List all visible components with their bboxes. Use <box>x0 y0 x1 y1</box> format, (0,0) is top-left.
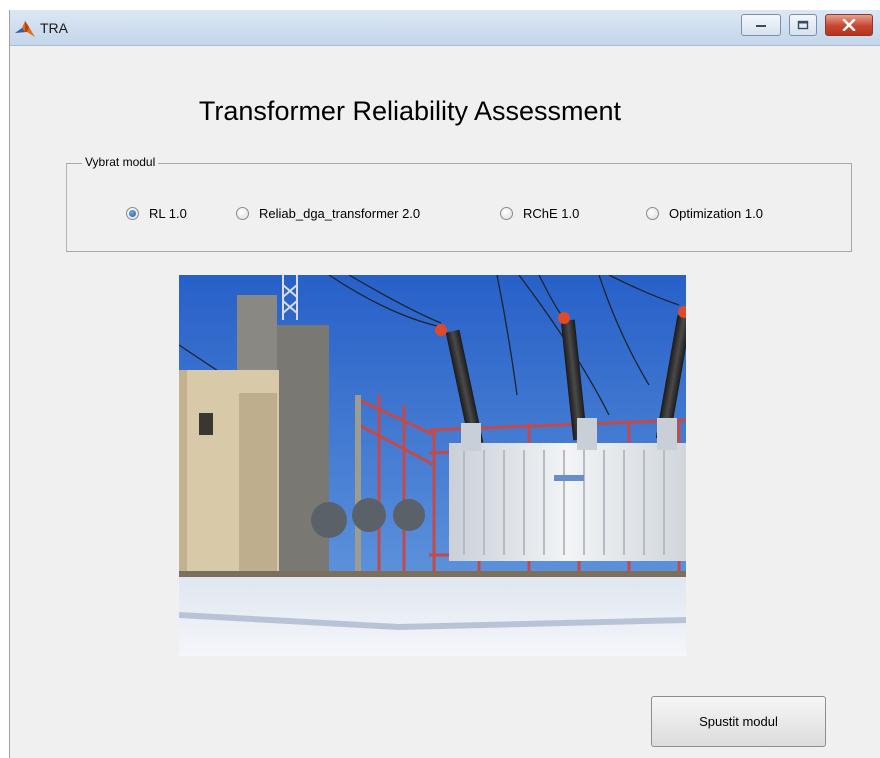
radio-button-icon[interactable] <box>126 206 139 220</box>
close-button[interactable] <box>825 14 873 36</box>
radio-button-icon[interactable] <box>500 206 513 220</box>
radio-button-icon[interactable] <box>236 206 249 220</box>
radio-label: RL 1.0 <box>149 205 187 221</box>
module-selection-group: Vybrat modul RL 1.0 Reliab_dga_transform… <box>66 155 852 252</box>
title-bar[interactable]: TRA <box>10 10 880 46</box>
radio-reliab-dga[interactable]: Reliab_dga_transformer 2.0 <box>236 204 420 222</box>
close-icon <box>842 19 856 31</box>
radio-label: Optimization 1.0 <box>669 205 763 221</box>
minimize-icon <box>756 25 766 27</box>
maximize-button[interactable] <box>789 14 817 36</box>
radio-rche[interactable]: RChE 1.0 <box>500 204 579 222</box>
matlab-icon <box>15 21 35 37</box>
radio-optimization[interactable]: Optimization 1.0 <box>646 204 763 222</box>
page-title: Transformer Reliability Assessment <box>198 96 622 126</box>
radio-button-icon[interactable] <box>646 206 659 220</box>
maximize-icon <box>797 20 809 30</box>
window-title: TRA <box>40 20 68 36</box>
radio-label: Reliab_dga_transformer 2.0 <box>259 205 421 221</box>
radio-rl[interactable]: RL 1.0 <box>126 204 187 222</box>
minimize-button[interactable] <box>741 14 781 36</box>
run-module-button[interactable]: Spustit modul <box>651 696 826 747</box>
app-window: TRA Transformer Reliability Assessment V… <box>9 10 880 758</box>
radio-label: RChE 1.0 <box>523 205 580 221</box>
transformer-photo <box>179 275 686 656</box>
group-label: Vybrat modul <box>82 155 159 169</box>
transformer-substation-image <box>179 275 686 656</box>
